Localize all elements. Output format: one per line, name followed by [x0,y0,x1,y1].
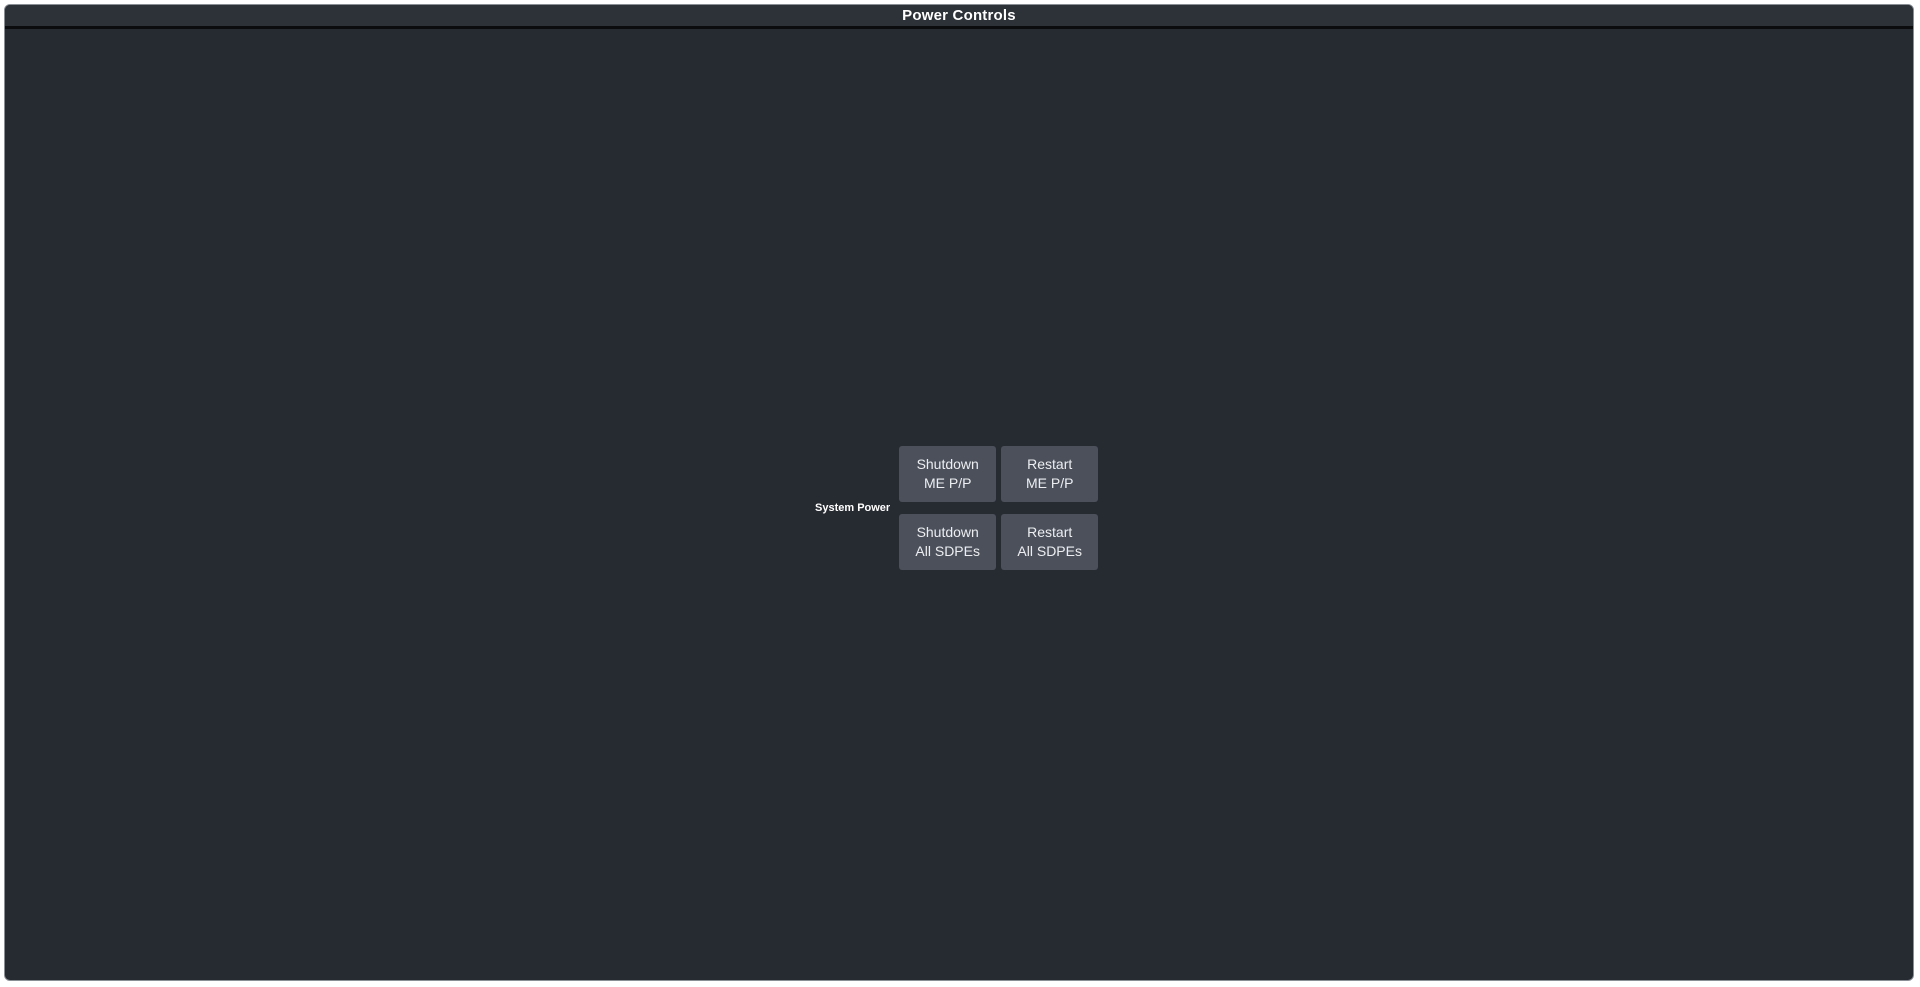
button-label-line2: All SDPEs [1017,543,1082,559]
shutdown-me-pp-button[interactable]: Shutdown ME P/P [899,446,997,502]
button-label-line2: ME P/P [1025,475,1074,491]
button-label-line1: Shutdown [916,456,979,472]
window-title-bar: Power Controls [5,5,1913,29]
system-power-buttons: Shutdown ME P/P Restart ME P/P Shutdown … [899,446,1099,570]
button-label-line1: Restart [1027,456,1073,472]
restart-me-pp-button[interactable]: Restart ME P/P [1001,446,1099,502]
button-label-line2: ME P/P [923,475,972,491]
system-power-label: System Power [815,502,891,514]
button-label-line1: Restart [1027,524,1073,540]
restart-all-sdpes-button[interactable]: Restart All SDPEs [1001,514,1099,570]
window-title: Power Controls [902,7,1016,24]
button-label-line2: All SDPEs [915,543,980,559]
system-power-group: System Power Shutdown ME P/P Restart ME … [815,446,1099,570]
power-controls-window: Power Controls System Power Shutdown ME … [4,4,1914,981]
button-label-line1: Shutdown [916,524,979,540]
shutdown-all-sdpes-button[interactable]: Shutdown All SDPEs [899,514,997,570]
